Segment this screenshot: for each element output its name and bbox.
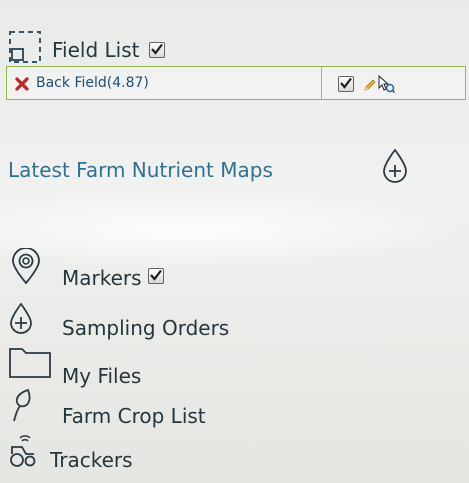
dashed-selection-icon	[8, 30, 44, 70]
field-visibility-checkbox[interactable]	[338, 76, 354, 92]
field-list-header: Field List	[8, 30, 166, 70]
markers-checkbox[interactable]	[147, 268, 164, 284]
folder-icon	[8, 345, 52, 383]
row-divider	[321, 67, 322, 99]
menu-label-farm-crop-list: Farm Crop List	[62, 404, 206, 428]
red-x-icon[interactable]	[15, 76, 29, 95]
field-row: Back Field(4.87)	[6, 66, 466, 100]
map-pin-icon	[8, 247, 46, 290]
nutrient-maps-link[interactable]: Latest Farm Nutrient Maps	[8, 158, 273, 182]
tractor-icon	[8, 434, 38, 472]
menu-label-sampling-orders: Sampling Orders	[62, 316, 230, 340]
menu-item-trackers[interactable]: Trackers	[8, 434, 133, 472]
menu-item-my-files[interactable]: My Files	[8, 340, 141, 388]
menu-item-markers[interactable]: Markers	[8, 247, 164, 290]
menu-item-farm-crop-list[interactable]: Farm Crop List	[8, 386, 206, 428]
leaf-icon	[8, 388, 38, 426]
menu-label-markers: Markers	[62, 266, 142, 290]
field-name-link[interactable]: Back Field(4.87)	[36, 75, 149, 91]
pencil-icon[interactable]	[363, 77, 377, 96]
zoom-to-field-icon[interactable]	[377, 74, 396, 97]
drop-plus-icon[interactable]	[381, 148, 409, 188]
field-list-title: Field List	[52, 38, 140, 62]
drop-plus-icon	[8, 302, 34, 340]
menu-item-sampling-orders[interactable]: Sampling Orders	[8, 302, 229, 340]
field-list-checkbox[interactable]	[149, 42, 166, 58]
menu-label-my-files: My Files	[62, 364, 142, 388]
menu-label-trackers: Trackers	[50, 448, 133, 472]
